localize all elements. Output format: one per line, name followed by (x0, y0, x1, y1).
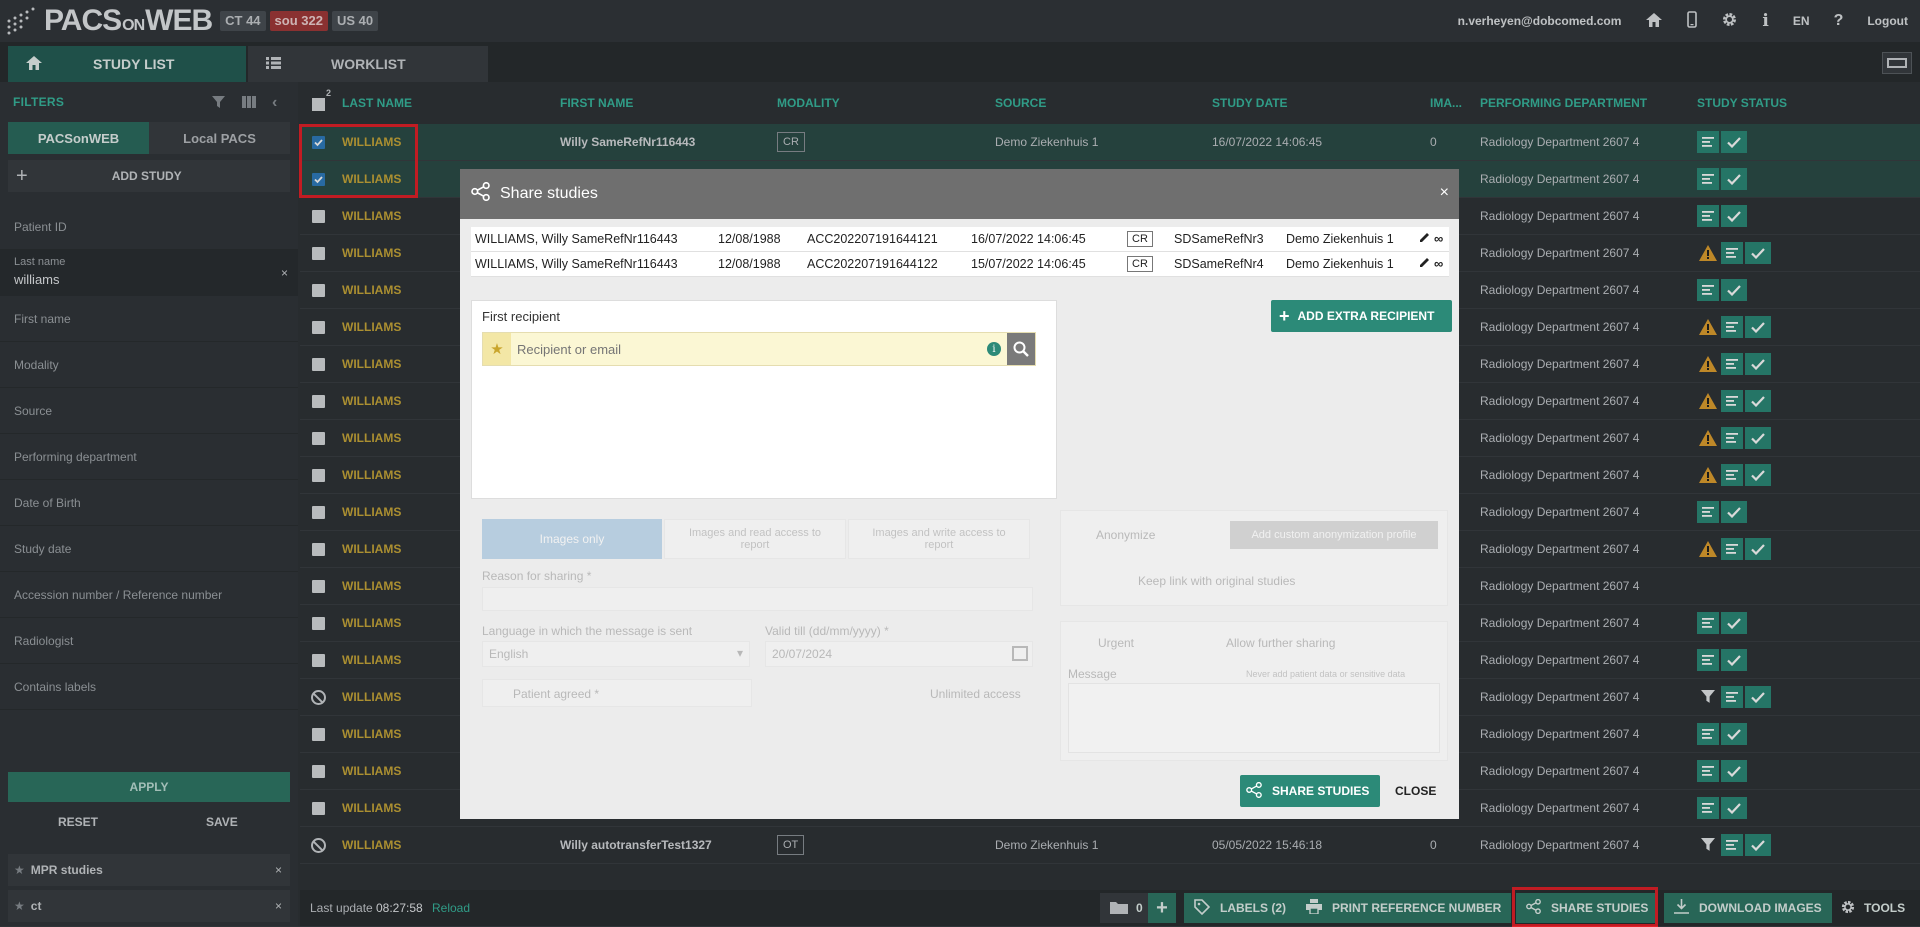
dialog-title: Share studies (500, 185, 598, 202)
shared-studies-list: WILLIAMS, Willy SameRefNr116443 12/08/198… (471, 227, 1449, 277)
study-accession: ACC202207191644122 (807, 257, 938, 271)
study-source: Demo Ziekenhuis 1 (1286, 232, 1394, 246)
message-label: Message (1068, 667, 1117, 681)
share-studies-label: SHARE STUDIES (1272, 784, 1370, 798)
reason-input[interactable] (482, 587, 1033, 611)
shared-study-row: WILLIAMS, Willy SameRefNr116443 12/08/198… (471, 227, 1449, 252)
link-icon[interactable]: ∞ (1434, 256, 1443, 271)
allow-further-sharing-checkbox[interactable]: Allow further sharing (1226, 636, 1335, 650)
share-icon (1246, 781, 1262, 801)
first-recipient-label: First recipient (482, 309, 561, 324)
access-option-images-only[interactable]: Images only (482, 519, 662, 559)
study-patient-name: WILLIAMS, Willy SameRefNr116443 (475, 232, 678, 246)
urgent-checkbox[interactable]: Urgent (1098, 636, 1134, 650)
message-hint: Never add patient data or sensitive data (1246, 669, 1406, 679)
add-extra-label: ADD EXTRA RECIPIENT (1297, 309, 1435, 323)
share-icon (471, 181, 490, 206)
language-label: Language in which the message is sent (482, 624, 693, 638)
star-icon[interactable]: ★ (483, 333, 511, 365)
study-reference: SDSameRefNr3 (1174, 232, 1264, 246)
study-accession: ACC202207191644121 (807, 232, 938, 246)
study-source: Demo Ziekenhuis 1 (1286, 257, 1394, 271)
edit-icon[interactable] (1419, 232, 1430, 246)
edit-icon[interactable] (1419, 257, 1430, 271)
valid-till-label: Valid till (dd/mm/yyyy) * (765, 624, 889, 638)
study-dob: 12/08/1988 (718, 257, 781, 271)
study-date: 15/07/2022 14:06:45 (971, 257, 1086, 271)
dialog-header: Share studies × (460, 169, 1459, 219)
anonymize-checkbox[interactable]: Anonymize (1096, 528, 1155, 542)
valid-till-value: 20/07/2024 (772, 647, 833, 661)
patient-agreed-checkbox[interactable]: Patient agreed * (482, 679, 752, 707)
info-icon[interactable]: i (987, 342, 1001, 356)
language-select[interactable]: English ▾ (482, 641, 750, 667)
recipient-input[interactable] (511, 334, 987, 364)
keep-link-checkbox[interactable]: Keep link with original studies (1138, 574, 1295, 588)
study-date: 16/07/2022 14:06:45 (971, 232, 1086, 246)
recipient-field[interactable]: ★ i (482, 332, 1036, 366)
calendar-icon[interactable] (1012, 646, 1028, 661)
close-icon[interactable]: × (1440, 184, 1449, 202)
valid-till-input[interactable]: 20/07/2024 (765, 641, 1033, 667)
study-patient-name: WILLIAMS, Willy SameRefNr116443 (475, 257, 678, 271)
study-modality: CR (1127, 256, 1153, 272)
recipient-panel: First recipient ★ i (471, 300, 1057, 499)
language-value: English (489, 647, 529, 661)
reason-label: Reason for sharing * (482, 569, 592, 583)
close-dialog-button[interactable]: CLOSE (1395, 784, 1436, 798)
search-icon[interactable] (1007, 333, 1035, 365)
study-reference: SDSameRefNr4 (1174, 257, 1264, 271)
message-textarea[interactable] (1068, 683, 1440, 753)
access-option-read-report[interactable]: Images and read access to report (664, 519, 846, 559)
link-icon[interactable]: ∞ (1434, 231, 1443, 246)
chevron-down-icon: ▾ (736, 646, 743, 660)
add-custom-profile-button[interactable]: Add custom anonymization profile (1230, 521, 1438, 549)
share-studies-submit-button[interactable]: SHARE STUDIES (1240, 775, 1380, 807)
study-modality: CR (1127, 231, 1153, 247)
access-option-write-report[interactable]: Images and write access to report (848, 519, 1030, 559)
share-studies-dialog: Share studies × WILLIAMS, Willy SameRefN… (460, 169, 1459, 819)
add-extra-recipient-button[interactable]: + ADD EXTRA RECIPIENT (1271, 300, 1452, 332)
study-dob: 12/08/1988 (718, 232, 781, 246)
plus-icon: + (1279, 305, 1290, 326)
unlimited-access-toggle[interactable]: Unlimited access (930, 687, 1021, 701)
shared-study-row: WILLIAMS, Willy SameRefNr116443 12/08/198… (471, 252, 1449, 277)
